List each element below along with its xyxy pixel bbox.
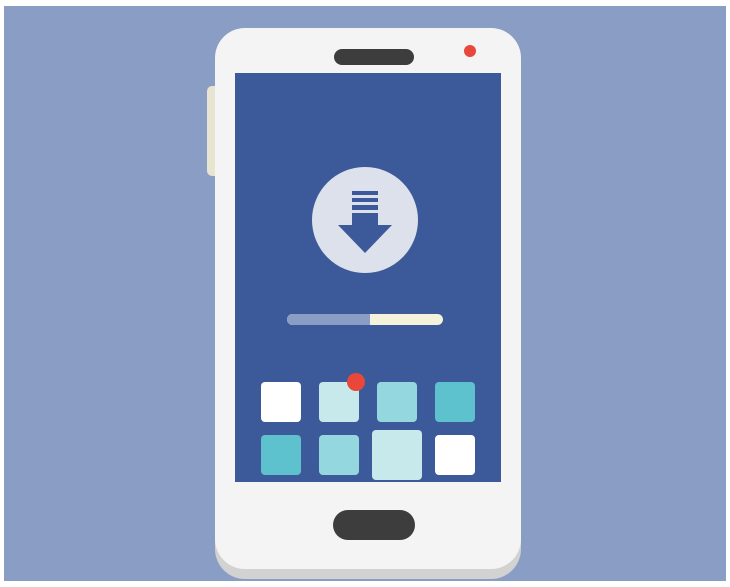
download-arrow-icon	[338, 191, 392, 253]
app-tile-6[interactable]	[319, 435, 359, 475]
notification-badge	[347, 373, 365, 391]
phone-screen	[235, 73, 501, 482]
app-tile-1[interactable]	[261, 382, 301, 422]
download-icon[interactable]	[312, 167, 418, 273]
phone-camera-led	[464, 45, 476, 57]
download-progress-fill	[287, 314, 370, 325]
app-tile-7[interactable]	[372, 430, 422, 480]
phone-speaker	[334, 49, 414, 65]
illustration-background	[4, 6, 726, 581]
app-tile-3[interactable]	[377, 382, 417, 422]
smartphone	[215, 28, 521, 569]
home-button[interactable]	[333, 510, 415, 540]
app-tile-8[interactable]	[435, 435, 475, 475]
download-progress-bar	[287, 314, 443, 325]
app-tile-5[interactable]	[261, 435, 301, 475]
app-tile-4[interactable]	[435, 382, 475, 422]
